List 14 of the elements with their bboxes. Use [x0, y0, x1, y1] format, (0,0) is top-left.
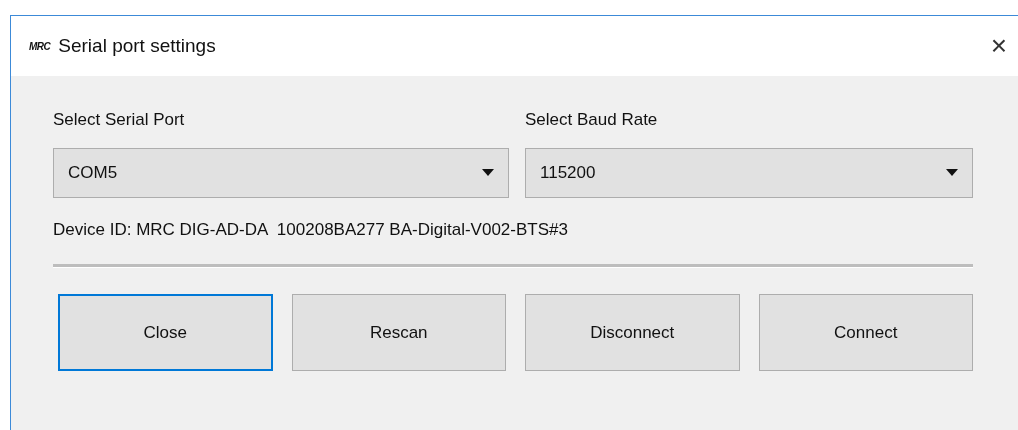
dialog-button[interactable]: Close: [58, 294, 273, 371]
app-logo: MRC: [29, 40, 51, 52]
baud-rate-dropdown[interactable]: 115200: [525, 148, 973, 198]
window-title: Serial port settings: [58, 35, 217, 57]
caret-icon: [482, 169, 494, 177]
caret-icon: [946, 169, 958, 177]
dialog-button[interactable]: Disconnect: [525, 294, 740, 371]
field-label: Select Serial Port: [53, 109, 186, 131]
device-id-text: Device ID: MRC DIG-AD-DA 100208BA277 BA-Digital-V002-BTS#3: [53, 220, 568, 240]
field-label: Select Baud Rate: [525, 109, 659, 131]
port-dropdown[interactable]: COM5: [53, 148, 509, 198]
dialog-button[interactable]: Connect: [758, 294, 973, 371]
close-button[interactable]: ×: [986, 32, 1011, 60]
dialog-button[interactable]: Rescan: [291, 294, 506, 371]
